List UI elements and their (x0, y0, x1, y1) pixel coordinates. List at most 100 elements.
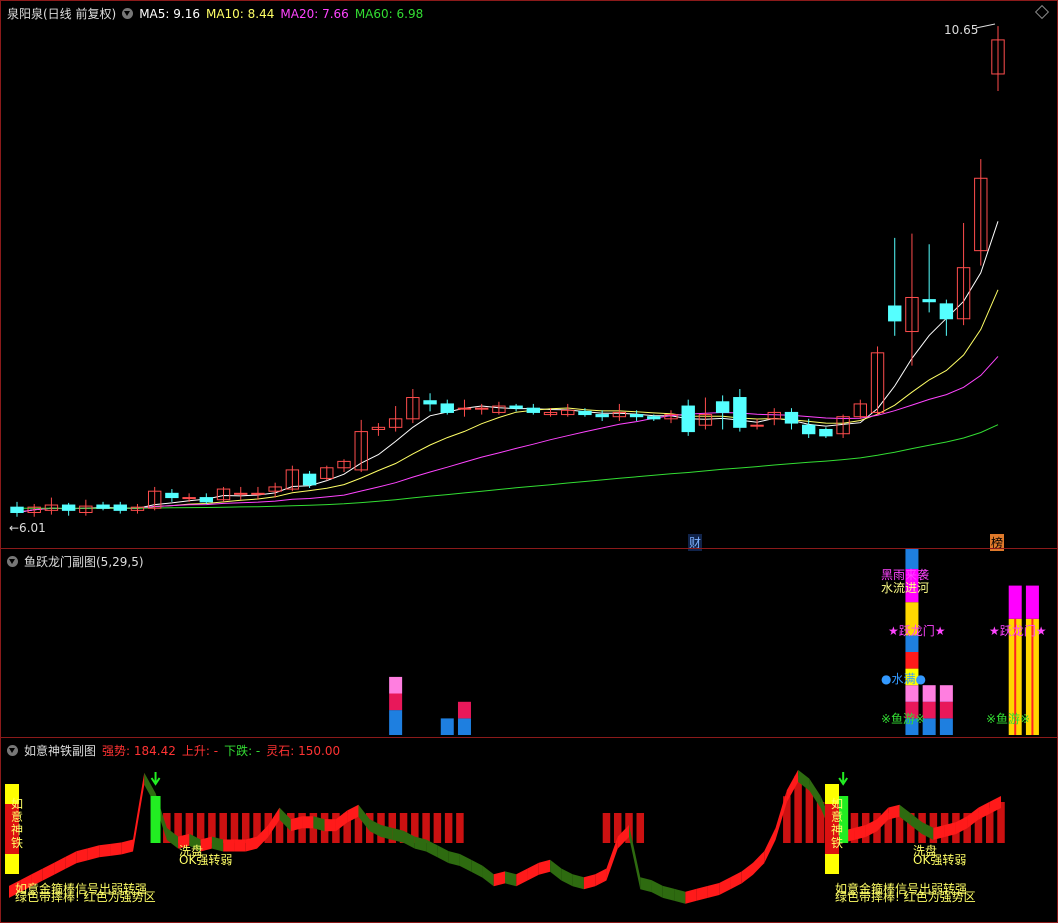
ruyi-iron-panel: 如意神铁副图 强势: 184.42 上升: - 下跌: - 灵石: 150.00… (0, 737, 1058, 923)
dragon-gate-label-2: ★跃龙门★ (989, 624, 1047, 638)
fish-swim-label-2: ※鱼游※ (986, 712, 1031, 726)
candle-body (61, 504, 76, 511)
strength-bar (241, 813, 250, 843)
washout-arrow (150, 772, 161, 786)
candle-body (302, 473, 317, 486)
trend-ribbon-segment (707, 883, 720, 898)
strength-bar (433, 813, 442, 843)
candle-body (509, 405, 523, 409)
ma60-line (17, 424, 999, 509)
signal-bar-segment (457, 701, 471, 719)
trend-ribbon-segment (324, 819, 336, 832)
trend-ribbon-segment (662, 885, 675, 901)
signal-bar-segment (389, 676, 403, 694)
trend-ribbon-segment (493, 871, 505, 887)
candle-body (629, 414, 644, 418)
candle-body (681, 405, 695, 433)
signal-bar-segment (457, 718, 471, 735)
high-arrow (975, 23, 996, 29)
trend-ribbon-segment (550, 859, 562, 881)
candle-body (647, 416, 661, 420)
trend-ribbon-segment (719, 877, 731, 895)
signal-bar-segment (389, 710, 403, 735)
strength-bar (230, 813, 239, 843)
trend-ribbon-segment (471, 859, 483, 878)
candle-body (96, 504, 110, 509)
signal-bar-segment (939, 701, 953, 719)
candle-body (715, 401, 730, 413)
trend-ribbon-segment (65, 851, 77, 869)
ok-strong-weak-label-2: OK强转弱 (913, 853, 967, 867)
ok-strong-weak-label: OK强转弱 (179, 853, 233, 867)
main-price-panel: 泉阳泉(日线 前复权) MA5: 9.16 MA10: 8.44 MA20: 7… (0, 0, 1058, 551)
trend-ribbon-segment (730, 871, 742, 890)
candle-body (578, 410, 592, 416)
trend-ribbon-segment (437, 845, 449, 864)
trend-ribbon-segment (572, 874, 584, 890)
trend-ribbon-segment (538, 859, 551, 875)
trend-ribbon-segment (640, 877, 652, 893)
trend-ribbon-segment (448, 851, 460, 866)
washout-arrow (838, 772, 849, 786)
signal-text-4: 绿色带摔棒! 红色为强势区 (835, 890, 976, 904)
trend-ribbon-segment (516, 868, 528, 887)
trend-ribbon-segment (54, 856, 66, 875)
trend-ribbon-segment (76, 848, 88, 864)
washout-bar (150, 796, 161, 843)
ruyi-vertical-label-2: 如意神铁 (831, 797, 844, 850)
ruyi-vertical-label: 如意神铁 (11, 797, 24, 850)
strength-bar (636, 813, 645, 843)
trend-ribbon-segment (482, 865, 494, 887)
ruyi-marker-bot (825, 854, 839, 874)
candlestick-chart (10, 23, 1005, 517)
candle-body (474, 407, 489, 410)
signal-bar-segment (1008, 585, 1022, 619)
candle-body (199, 497, 214, 503)
signal-bar-segment (905, 652, 919, 669)
candle-body (784, 411, 799, 424)
trend-ribbon-segment (741, 862, 753, 884)
candle-body (888, 305, 902, 322)
candle-body (733, 397, 747, 428)
strength-bar (456, 813, 464, 843)
candle-body (801, 424, 816, 435)
trend-ribbon-segment (99, 843, 111, 858)
trend-ribbon-segment (696, 885, 708, 901)
trend-ribbon-segment (651, 880, 663, 898)
trend-ribbon-segment (302, 816, 314, 829)
signal-bar-segment (922, 685, 936, 702)
ruyi-marker-bot (5, 854, 19, 874)
candle-body (939, 303, 954, 320)
trend-ribbon-segment (606, 836, 618, 881)
strength-bar (219, 813, 227, 843)
trend-ribbon-segment (133, 772, 145, 852)
candle-body (113, 504, 127, 511)
fish-swim-label: ※鱼游※ (881, 712, 926, 726)
candle-body (234, 492, 248, 495)
trend-ribbon-segment (595, 868, 607, 887)
strength-bar (422, 813, 430, 843)
fish-dragon-gate-panel: 鱼跃龙门副图(5,29,5) 黑雨来袭 水流进河 ★跃龙门★ ●水满● ※鱼游※… (0, 548, 1058, 738)
trend-ribbon-segment (42, 862, 55, 881)
candle-body (423, 400, 437, 405)
candle-body (10, 506, 24, 513)
water-flow-label: 水流进河 (881, 581, 930, 595)
trend-ribbon-segment (223, 839, 235, 852)
trend-ribbon-segment (121, 839, 133, 855)
trend-ribbon-segment (234, 839, 246, 852)
signal-bar-segment (389, 693, 403, 711)
trend-ribbon-segment (505, 871, 517, 887)
candle-body (182, 497, 196, 500)
trend-ribbon-segment (87, 845, 100, 861)
signal-bar-segment (440, 718, 454, 735)
trend-ribbon-segment (527, 862, 539, 881)
trend-ribbon-segment (583, 874, 596, 890)
candle-body (251, 492, 265, 495)
strength-bar (602, 813, 611, 843)
candle-body (819, 428, 833, 437)
candle-body (440, 403, 454, 413)
signal-bar-segment (905, 685, 919, 702)
signal-bar-segment (939, 718, 953, 735)
trend-ribbon-segment (561, 868, 573, 887)
ma5-line (16, 221, 999, 513)
